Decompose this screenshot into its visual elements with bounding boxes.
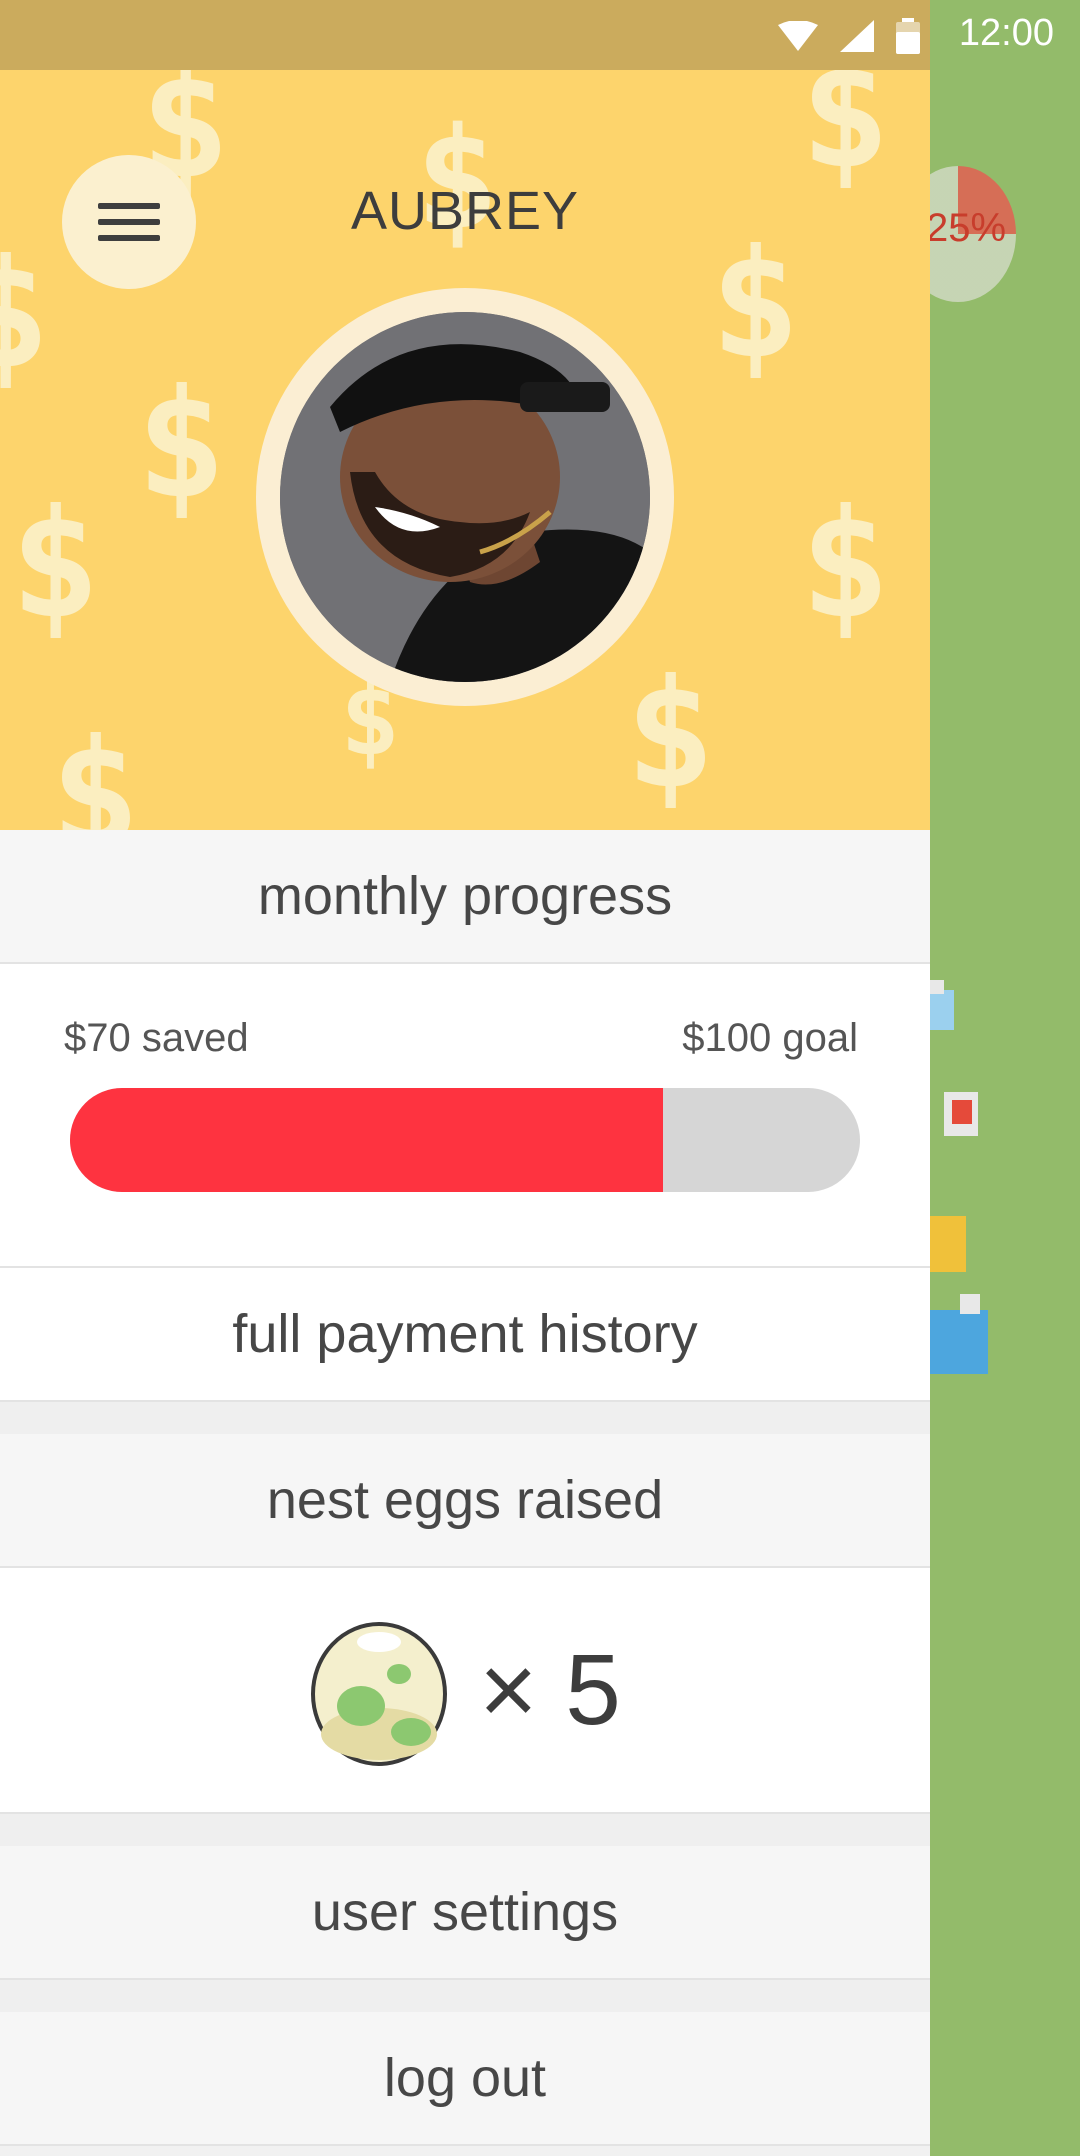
monthly-progress-title: monthly progress <box>0 830 930 964</box>
progress-card: $70 saved $100 goal <box>0 964 930 1268</box>
savings-progress-bar <box>70 1088 860 1192</box>
saved-amount: $70 saved <box>64 1016 249 1060</box>
dollar-pattern: $ <box>800 478 891 652</box>
egg-icon <box>311 1622 448 1766</box>
status-bar: 12:00 <box>0 0 1080 70</box>
signal-icon <box>840 20 874 52</box>
drawer-header: $ $ $ $ $ $ $ $ $ $ $ AUBREY <box>0 70 930 830</box>
egg-count: × 5 <box>479 1633 621 1746</box>
payment-history-button[interactable]: full payment history <box>0 1268 930 1402</box>
pixel-decoration <box>930 980 988 1374</box>
dollar-pattern: $ <box>10 478 101 652</box>
nest-eggs-card: × 5 <box>0 1568 930 1814</box>
goal-amount: $100 goal <box>682 1016 858 1060</box>
profile-photo <box>280 312 650 682</box>
dollar-pattern: $ <box>625 648 716 822</box>
dollar-pattern: $ <box>0 228 51 402</box>
dollar-pattern: $ <box>800 70 891 202</box>
wifi-icon <box>778 21 818 51</box>
status-time: 12:00 <box>958 12 1054 54</box>
savings-progress-fill <box>70 1088 663 1192</box>
user-settings-button[interactable]: user settings <box>0 1846 930 1980</box>
battery-icon <box>896 18 920 54</box>
nest-eggs-title: nest eggs raised <box>0 1434 930 1568</box>
dollar-pattern: $ <box>50 708 141 830</box>
log-out-button[interactable]: log out <box>0 2012 930 2146</box>
pie-percent-label: 25% <box>926 206 1007 250</box>
user-name: AUBREY <box>350 181 580 241</box>
dollar-pattern: $ <box>136 358 227 532</box>
navigation-drawer: $ $ $ $ $ $ $ $ $ $ $ AUBREY monthly pro… <box>0 70 930 2156</box>
dollar-pattern: $ <box>710 218 801 392</box>
avatar <box>256 288 674 706</box>
